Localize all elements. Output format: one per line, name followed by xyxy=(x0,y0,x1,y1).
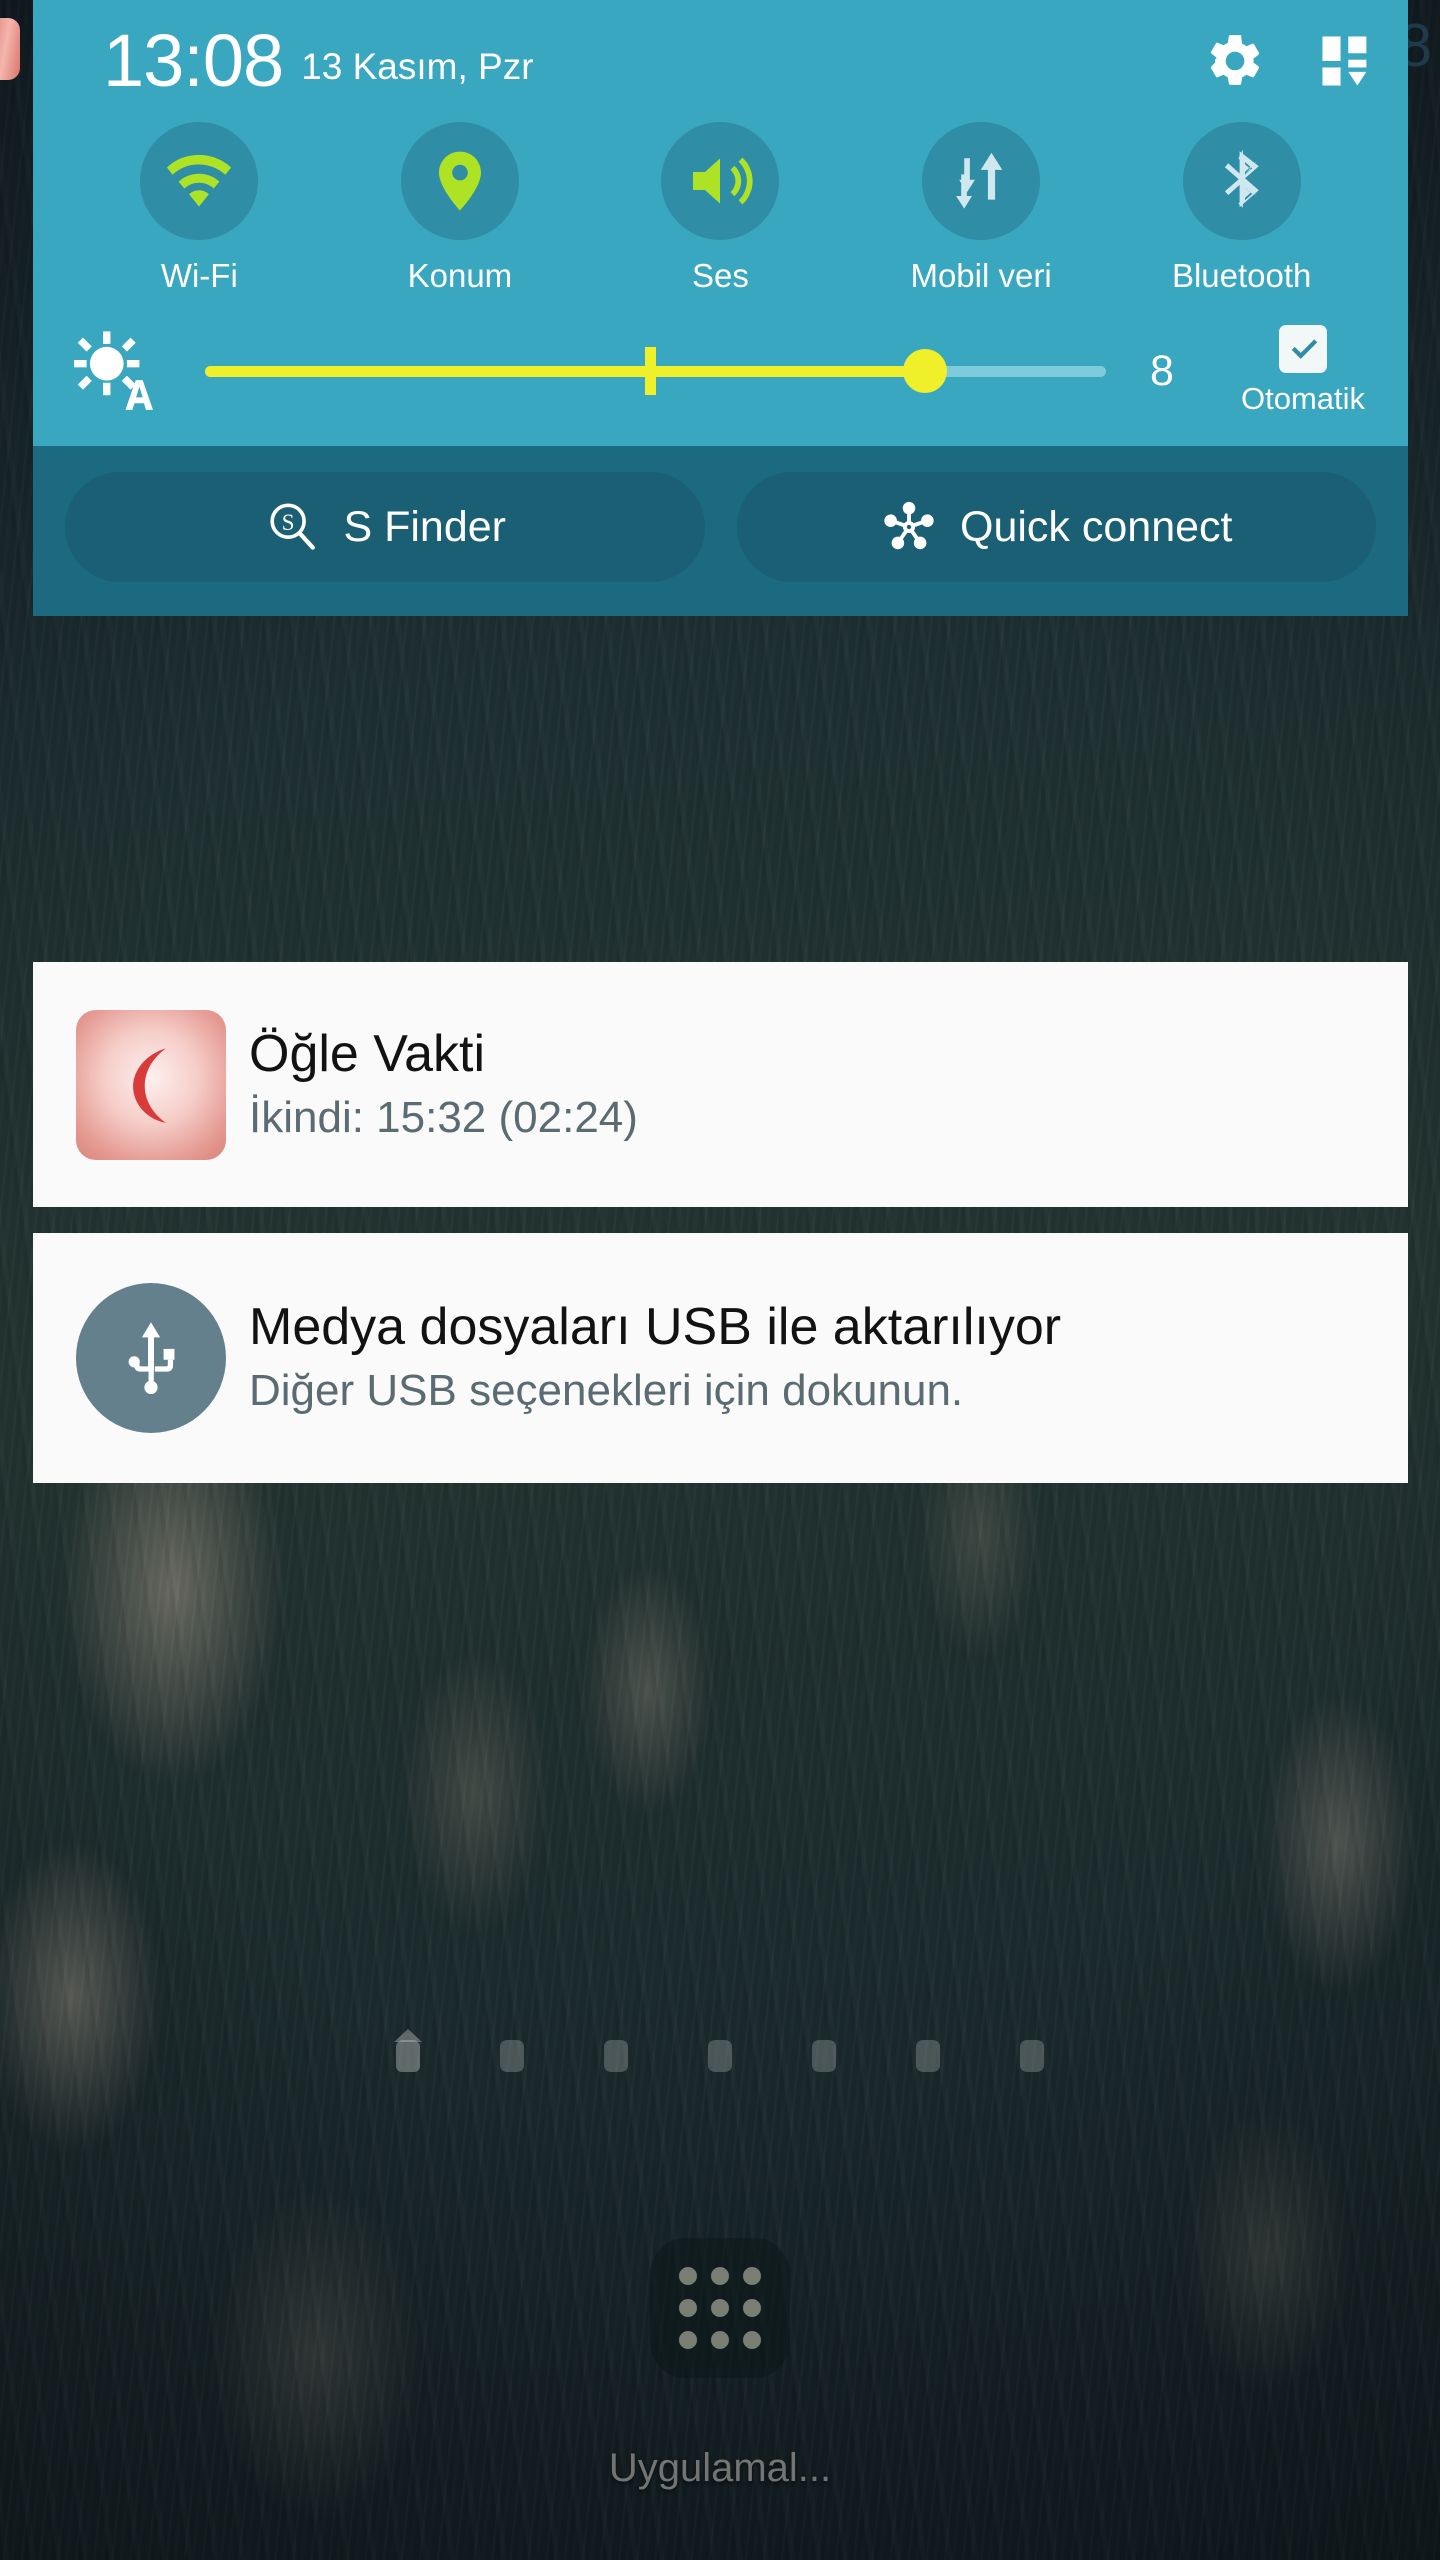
page-indicator-home[interactable] xyxy=(394,2029,422,2072)
page-indicator-dot[interactable] xyxy=(708,2040,732,2072)
page-indicator-dot[interactable] xyxy=(812,2040,836,2072)
notification-text: Öğle Vakti İkindi: 15:32 (02:24) xyxy=(249,1021,638,1149)
gear-icon[interactable] xyxy=(1204,30,1266,92)
s-finder-icon: S xyxy=(270,503,316,550)
statusbar-prayer-time-icon xyxy=(0,18,20,80)
quick-settings-body: 13:08 13 Kasım, Pzr Wi-Fi Konum Ses Mobi… xyxy=(33,0,1408,446)
auto-brightness-checkbox[interactable] xyxy=(1279,325,1327,373)
page-indicator-dot[interactable] xyxy=(604,2040,628,2072)
panel-header-icons xyxy=(1204,22,1378,92)
quick-settings-panel: 13:08 13 Kasım, Pzr Wi-Fi Konum Ses Mobi… xyxy=(33,0,1408,616)
toggle-bluetooth-label: Bluetooth xyxy=(1171,257,1312,294)
brightness-slider-tick xyxy=(644,347,656,395)
toggle-bluetooth-circle[interactable] xyxy=(1182,122,1301,240)
notification-subtitle: İkindi: 15:32 (02:24) xyxy=(249,1092,638,1142)
auto-brightness-label: Otomatik xyxy=(1240,381,1366,416)
location-pin-icon xyxy=(438,151,481,211)
grid-dot xyxy=(711,2331,729,2349)
toggle-location-circle[interactable] xyxy=(400,122,519,240)
brightness-slider-fill xyxy=(205,365,936,377)
toggle-bluetooth[interactable]: Bluetooth xyxy=(1111,122,1372,296)
crescent-moon-icon xyxy=(76,1009,226,1160)
bluetooth-icon xyxy=(1224,149,1259,208)
svg-text:S: S xyxy=(282,510,295,535)
quick-connect-button[interactable]: Quick connect xyxy=(736,472,1376,582)
mobile-data-icon xyxy=(956,152,1003,209)
clock-date: 13 Kasım, Pzr xyxy=(301,46,534,87)
toggle-wifi-circle[interactable] xyxy=(140,122,259,240)
app-drawer-label: Uygulamal... xyxy=(608,2446,832,2490)
clock-row: 13:08 13 Kasım, Pzr xyxy=(33,0,1408,112)
quick-settings-footer: S S Finder Quick connect xyxy=(33,446,1408,616)
notification-icon-wrap xyxy=(75,1009,227,1160)
grid-dot xyxy=(679,2267,697,2285)
grid-dot xyxy=(711,2267,729,2285)
notification-title: Medya dosyaları USB ile aktarılıyor xyxy=(249,1298,1062,1356)
grid-dot xyxy=(743,2267,761,2285)
grid-dot xyxy=(743,2299,761,2317)
quick-connect-label: Quick connect xyxy=(960,502,1233,551)
grid-dot xyxy=(679,2331,697,2349)
notification-text: Medya dosyaları USB ile aktarılıyor Diğe… xyxy=(249,1294,1061,1422)
brightness-icon-wrap xyxy=(33,327,193,415)
s-finder-button[interactable]: S S Finder xyxy=(65,472,705,582)
brightness-slider[interactable] xyxy=(193,341,1106,401)
edit-toggles-icon[interactable] xyxy=(1316,30,1378,92)
page-indicator-dot[interactable] xyxy=(1020,2040,1044,2072)
toggle-sound[interactable]: Ses xyxy=(590,122,851,296)
grid-dot xyxy=(679,2299,697,2317)
home-page-indicator[interactable] xyxy=(0,2029,1440,2072)
notification-icon-wrap xyxy=(75,1283,227,1433)
toggle-location-label: Konum xyxy=(407,257,513,294)
toggle-wifi-label: Wi-Fi xyxy=(160,257,238,294)
notification-subtitle: Diğer USB seçenekleri için dokunun. xyxy=(249,1366,964,1415)
notification-prayer-time[interactable]: Öğle Vakti İkindi: 15:32 (02:24) xyxy=(33,962,1408,1207)
toggle-mobile-data-label: Mobil veri xyxy=(910,257,1052,294)
apps-grid-icon[interactable] xyxy=(650,2238,790,2378)
clock-time[interactable]: 13:08 xyxy=(103,22,284,100)
usb-icon xyxy=(76,1283,226,1433)
s-finder-label: S Finder xyxy=(343,502,506,551)
auto-brightness-control[interactable]: Otomatik xyxy=(1208,325,1408,417)
toggle-sound-circle[interactable] xyxy=(661,122,780,240)
apps-grid-dots xyxy=(679,2267,761,2349)
brightness-slider-thumb[interactable] xyxy=(903,349,948,393)
toggle-mobile-data-circle[interactable] xyxy=(922,122,1041,240)
sound-icon xyxy=(693,157,754,205)
quick-connect-icon xyxy=(884,501,934,550)
page-indicator-dot[interactable] xyxy=(500,2040,524,2072)
wifi-icon xyxy=(167,154,232,207)
brightness-auto-icon xyxy=(74,331,153,410)
toggle-mobile-data[interactable]: Mobil veri xyxy=(851,122,1112,296)
quick-toggles-row: Wi-Fi Konum Ses Mobil veri Bluetooth xyxy=(33,112,1408,296)
brightness-value: 8 xyxy=(1150,346,1174,395)
toggle-location[interactable]: Konum xyxy=(330,122,591,296)
checkmark-icon xyxy=(1291,339,1318,359)
grid-dot xyxy=(711,2299,729,2317)
grid-dot xyxy=(743,2331,761,2349)
toggle-sound-label: Ses xyxy=(692,257,749,294)
notification-usb-transfer[interactable]: Medya dosyaları USB ile aktarılıyor Diğe… xyxy=(33,1233,1408,1483)
brightness-row: 8 Otomatik xyxy=(33,296,1408,446)
toggle-wifi[interactable]: Wi-Fi xyxy=(69,122,330,296)
notification-title: Öğle Vakti xyxy=(249,1024,486,1083)
page-indicator-dot[interactable] xyxy=(916,2040,940,2072)
